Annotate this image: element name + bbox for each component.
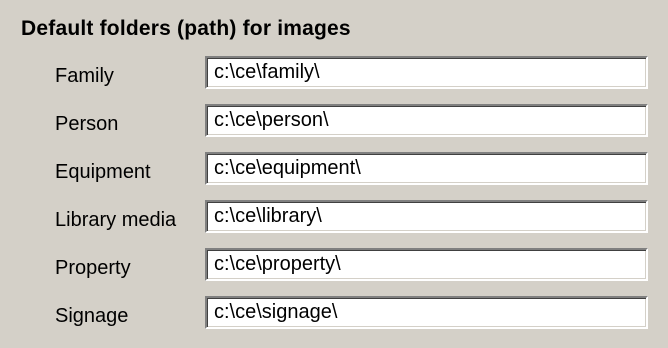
equipment-label: Equipment — [55, 161, 151, 183]
signage-path-field[interactable] — [205, 296, 648, 329]
library-media-label: Library media — [55, 209, 177, 231]
signage-label: Signage — [55, 305, 129, 327]
property-path-field[interactable] — [205, 248, 648, 281]
library-media-path-field[interactable] — [205, 200, 648, 233]
equipment-path-field[interactable] — [205, 152, 648, 185]
folder-row-person: Person — [0, 104, 668, 144]
folder-row-equipment: Equipment — [0, 152, 668, 192]
family-path-field[interactable] — [205, 56, 648, 89]
person-label: Person — [55, 113, 119, 135]
property-label: Property — [55, 257, 131, 279]
folder-row-signage: Signage — [0, 296, 668, 336]
folder-row-property: Property — [0, 248, 668, 288]
default-folders-panel: Default folders (path) for images Family… — [0, 0, 668, 348]
folder-row-family: Family — [0, 56, 668, 96]
family-label: Family — [55, 65, 114, 87]
person-path-field[interactable] — [205, 104, 648, 137]
folder-row-library-media: Library media — [0, 200, 668, 240]
section-title: Default folders (path) for images — [21, 17, 351, 40]
